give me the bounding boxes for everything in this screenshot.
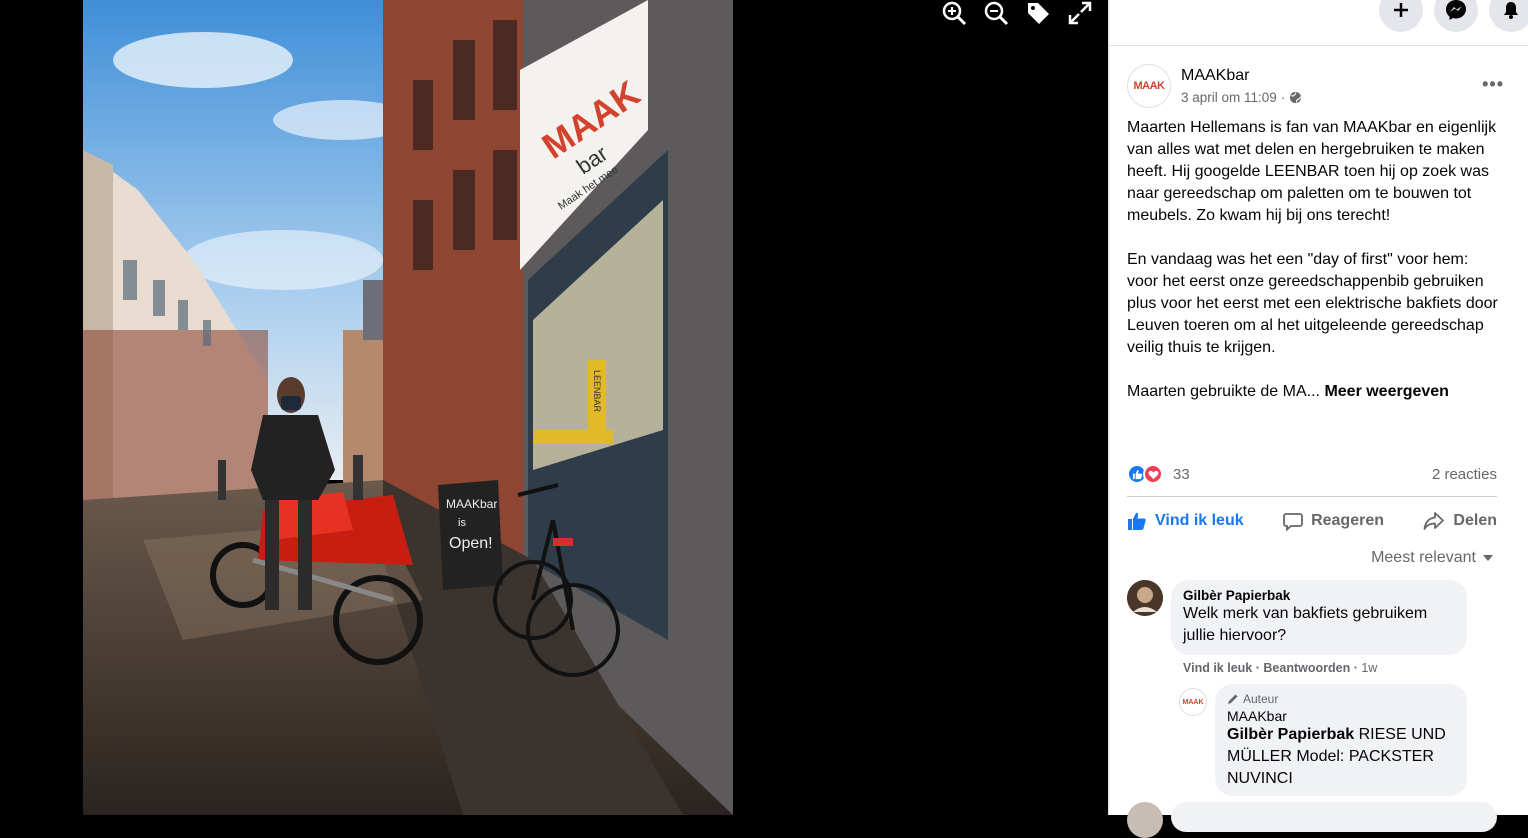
- share-icon: [1424, 511, 1445, 530]
- pencil-icon: [1228, 694, 1238, 704]
- comment-item: Gilbèr Papierbak Welk merk van bakfiets …: [1127, 580, 1507, 680]
- post-header: MAAK MAAKbar 3 april om 11:09 · •••: [1127, 64, 1510, 110]
- comment-label: Reageren: [1311, 511, 1384, 529]
- next-comment-bubble: [1171, 802, 1497, 832]
- caret-down-icon: [1483, 555, 1493, 561]
- sort-label: Meest relevant: [1371, 549, 1476, 566]
- comment-like-link[interactable]: Vind ik leuk: [1183, 661, 1252, 675]
- next-commenter-avatar[interactable]: [1127, 802, 1163, 838]
- plus-icon: [1394, 3, 1408, 17]
- love-reaction-icon: [1143, 464, 1163, 484]
- fullscreen-icon[interactable]: [1066, 0, 1094, 26]
- tag-icon[interactable]: [1024, 0, 1052, 26]
- more-options-icon[interactable]: •••: [1482, 74, 1504, 95]
- like-label: Vind ik leuk: [1155, 511, 1244, 529]
- post-actions: Vind ik leuk Reageren Delen: [1127, 496, 1497, 544]
- comment-icon: [1283, 512, 1303, 531]
- post-meta: 3 april om 11:09 ·: [1181, 90, 1302, 105]
- page-name[interactable]: MAAKbar: [1181, 67, 1249, 85]
- chalkboard-sign: MAAKbar is Open!: [438, 480, 503, 590]
- comment-actions-separator: ·: [1353, 661, 1358, 675]
- comment-time[interactable]: 1w: [1361, 661, 1377, 675]
- comment-count[interactable]: 2 reacties: [1432, 466, 1497, 483]
- thumbs-up-icon: [1128, 512, 1146, 530]
- reply-item: MAAK Auteur MAAKbar Gilbèr Papierbak RIE…: [1179, 684, 1509, 796]
- post-body: Maarten Hellemans is fan van MAAKbar en …: [1127, 117, 1503, 425]
- reactions-bar: 33 2 reacties: [1127, 460, 1497, 488]
- post-paragraph-truncated: Maarten gebruikte de MA... Meer weergeve…: [1127, 381, 1503, 403]
- post-timestamp[interactable]: 3 april om 11:09: [1181, 90, 1277, 105]
- svg-text:is: is: [458, 517, 466, 529]
- bell-icon: [1504, 2, 1518, 19]
- top-bar: [1109, 0, 1528, 46]
- messenger-icon: [1446, 0, 1466, 20]
- author-badge-label: Auteur: [1243, 692, 1279, 706]
- reply-author[interactable]: MAAKbar: [1227, 708, 1455, 724]
- reply-logo: MAAK: [1182, 698, 1204, 706]
- reply-bubble: Auteur MAAKbar Gilbèr Papierbak RIESE UN…: [1215, 684, 1467, 796]
- reply-text: Gilbèr Papierbak RIESE UND MÜLLER Model:…: [1227, 724, 1455, 790]
- comment-text: Welk merk van bakfiets gebruikem jullie …: [1183, 605, 1428, 644]
- commenter-avatar[interactable]: [1127, 580, 1163, 616]
- page-logo: MAAK: [1133, 80, 1166, 92]
- zoom-out-icon[interactable]: [982, 0, 1010, 26]
- truncated-text: Maarten gebruikte de MA...: [1127, 383, 1320, 400]
- street-scene: MAAK bar Maak het mee LEENBAR MAAKbar is…: [83, 0, 733, 815]
- messenger-button[interactable]: [1434, 0, 1478, 32]
- post-paragraph: Maarten Hellemans is fan van MAAKbar en …: [1127, 119, 1497, 224]
- create-button[interactable]: [1379, 0, 1423, 32]
- reply-mention[interactable]: Gilbèr Papierbak: [1227, 726, 1354, 743]
- reaction-icons[interactable]: [1127, 464, 1163, 484]
- zoom-in-icon[interactable]: [940, 0, 968, 26]
- commenter-name[interactable]: Gilbèr Papierbak: [1183, 588, 1455, 603]
- post-photo[interactable]: MAAK bar Maak het mee LEENBAR MAAKbar is…: [83, 0, 733, 815]
- globe-icon: [1290, 91, 1302, 104]
- post-paragraph: En vandaag was het een "day of first" vo…: [1127, 251, 1498, 356]
- page-avatar[interactable]: MAAK: [1127, 64, 1171, 108]
- comment-reply-link[interactable]: Beantwoorden: [1263, 661, 1350, 675]
- reply-avatar[interactable]: MAAK: [1179, 688, 1207, 716]
- comment-button[interactable]: Reageren: [1283, 511, 1384, 531]
- see-more-link[interactable]: Meer weergeven: [1324, 383, 1449, 400]
- share-label: Delen: [1453, 511, 1497, 529]
- comment-actions: Vind ik leuk · Beantwoorden · 1w: [1183, 661, 1377, 675]
- post-panel: MAAK MAAKbar 3 april om 11:09 · ••• Maar…: [1108, 0, 1528, 838]
- comment-bubble: Gilbèr Papierbak Welk merk van bakfiets …: [1171, 580, 1467, 655]
- svg-text:Open!: Open!: [449, 535, 493, 552]
- svg-text:LEENBAR: LEENBAR: [592, 370, 602, 413]
- viewer-toolbar: [940, 0, 1094, 26]
- author-badge: Auteur: [1227, 692, 1455, 706]
- reaction-count[interactable]: 33: [1173, 466, 1190, 483]
- photo-viewer: MAAK bar Maak het mee LEENBAR MAAKbar is…: [0, 0, 1108, 815]
- meta-separator: ·: [1280, 90, 1286, 105]
- share-button[interactable]: Delen: [1423, 511, 1497, 531]
- comment-actions-separator: ·: [1255, 661, 1260, 675]
- comment-sort-dropdown[interactable]: Meest relevant: [1371, 549, 1494, 567]
- svg-text:MAAKbar: MAAKbar: [446, 497, 497, 511]
- like-button[interactable]: Vind ik leuk: [1127, 511, 1244, 531]
- notifications-button[interactable]: [1489, 0, 1528, 32]
